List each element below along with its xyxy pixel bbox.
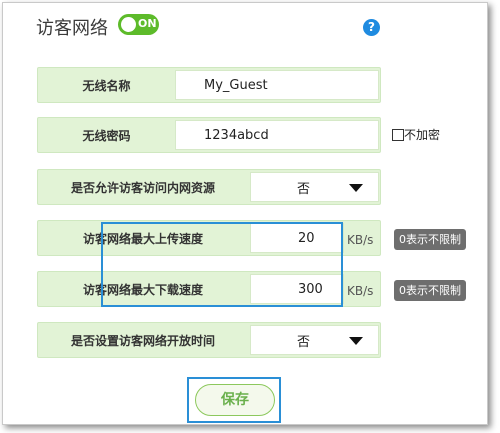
toggle-state-label: ON xyxy=(138,17,157,30)
allow-lan-label: 是否允许访客访问内网资源 xyxy=(70,180,215,195)
download-hint-badge: 0表示不限制 xyxy=(394,280,466,301)
save-button[interactable]: 保存 xyxy=(195,384,275,416)
allow-lan-row: 是否允许访客访问内网资源 否 xyxy=(37,169,381,205)
password-input[interactable]: 1234abcd xyxy=(175,120,379,150)
upload-unit: KB/s xyxy=(347,233,374,247)
guest-network-panel: 访客网络 ON ? 无线名称 My_Guest 无线密码 1234abcd 不加… xyxy=(2,2,488,425)
schedule-row: 是否设置访客网络开放时间 否 xyxy=(37,322,381,358)
allow-lan-select[interactable]: 否 xyxy=(250,172,379,202)
ssid-row: 无线名称 My_Guest xyxy=(37,67,381,103)
guest-network-toggle[interactable]: ON xyxy=(118,14,159,35)
allow-lan-value: 否 xyxy=(297,181,311,197)
chevron-down-icon xyxy=(349,337,363,345)
chevron-down-icon xyxy=(349,184,363,192)
password-row: 无线密码 1234abcd xyxy=(37,117,381,153)
schedule-select[interactable]: 否 xyxy=(250,325,379,355)
password-label: 无线密码 xyxy=(82,128,131,143)
schedule-label: 是否设置访客网络开放时间 xyxy=(70,333,215,348)
schedule-value: 否 xyxy=(297,334,311,350)
ssid-label: 无线名称 xyxy=(82,78,131,93)
help-icon[interactable]: ? xyxy=(363,19,380,36)
page-title: 访客网络 xyxy=(36,18,108,39)
upload-hint-badge: 0表示不限制 xyxy=(394,229,466,250)
download-unit: KB/s xyxy=(347,284,374,298)
toggle-knob xyxy=(121,17,136,32)
speed-highlight-box xyxy=(101,222,343,307)
ssid-input[interactable]: My_Guest xyxy=(175,70,379,100)
no-encrypt-checkbox[interactable] xyxy=(392,129,404,141)
no-encrypt-label: 不加密 xyxy=(404,128,441,142)
